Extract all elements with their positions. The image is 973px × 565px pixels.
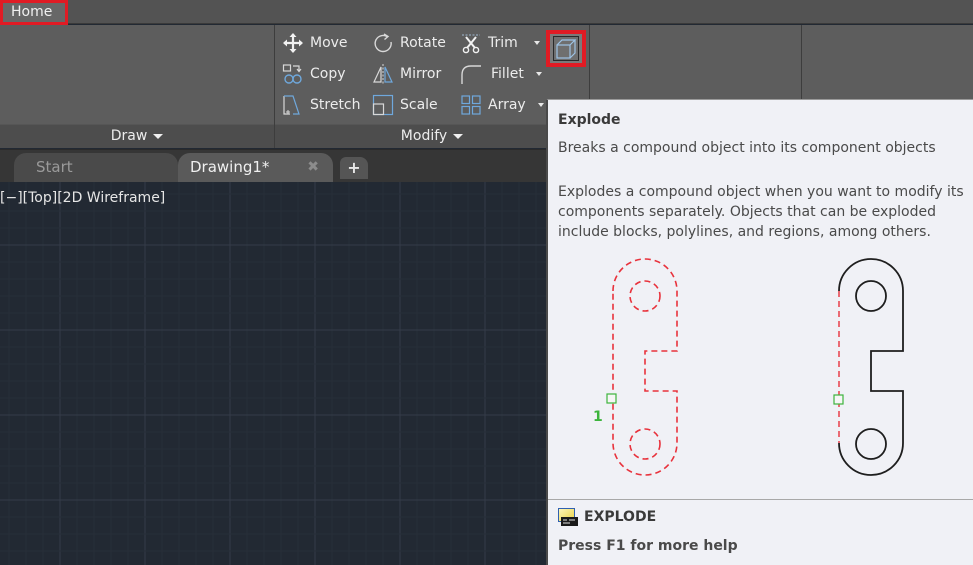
move-icon [283, 33, 303, 53]
drawing-viewport[interactable]: [−][Top][2D Wireframe] [0, 182, 548, 565]
tab-drawing1[interactable]: Drawing1* ✖ [178, 153, 333, 183]
tooltip-divider [548, 499, 973, 500]
tooltip-illustration: 1 [593, 258, 904, 476]
draw-panel-footer[interactable]: Draw [0, 124, 274, 148]
trim-dropdown-icon[interactable] [533, 41, 540, 45]
copy-label: Copy [310, 66, 346, 82]
stretch-icon [283, 95, 300, 115]
tab-drawing1-label: Drawing1* [190, 158, 270, 176]
explode-button-frame [553, 36, 579, 61]
rotate-icon [374, 33, 392, 53]
illustration-label: 1 [593, 409, 603, 425]
ribbon-tab-strip: Home [0, 0, 973, 25]
stretch-button[interactable]: Stretch [282, 93, 361, 117]
grip-marker [833, 394, 844, 405]
modify-panel-footer[interactable]: Modify [275, 124, 589, 148]
trim-label: Trim [488, 35, 518, 51]
tooltip-short-description: Breaks a compound object into its compon… [558, 140, 936, 156]
move-button[interactable]: Move [282, 31, 348, 55]
trim-icon [462, 34, 480, 54]
polyline-after-explode [838, 258, 904, 476]
tab-start-label: Start [36, 158, 73, 176]
array-dropdown-icon[interactable] [537, 103, 544, 107]
move-label: Move [310, 35, 348, 51]
explode-button[interactable] [546, 30, 586, 67]
fillet-dropdown-icon[interactable] [535, 72, 542, 76]
fillet-icon [461, 65, 481, 84]
chevron-down-icon [453, 133, 464, 139]
tooltip-command: EXPLODE [558, 508, 656, 526]
tooltip-command-name: EXPLODE [584, 509, 657, 525]
new-tab-button[interactable]: + [340, 157, 368, 179]
fillet-button[interactable]: Fillet [460, 62, 542, 86]
mirror-label: Mirror [400, 66, 442, 82]
close-icon[interactable]: ✖ [307, 153, 319, 181]
modify-panel-label: Modify [400, 128, 448, 144]
array-button[interactable]: Array [460, 93, 544, 117]
tooltip-long-description: Explodes a compound object when you want… [558, 184, 964, 240]
scale-button[interactable]: Scale [372, 93, 438, 117]
document-tabs: Start Drawing1* ✖ + [0, 149, 548, 183]
scale-icon [372, 94, 394, 116]
tooltip-title: Explode [558, 112, 621, 128]
ribbon-tab-home[interactable]: Home [0, 0, 68, 25]
rotate-label: Rotate [400, 35, 446, 51]
draw-panel-label: Draw [110, 128, 148, 144]
rotate-button[interactable]: Rotate [372, 31, 446, 55]
viewport-controls-label[interactable]: [−][Top][2D Wireframe] [0, 190, 165, 206]
draw-panel: Draw [0, 25, 275, 148]
tab-start[interactable]: Start [14, 153, 178, 183]
explode-tooltip: Explode Breaks a compound object into it… [546, 99, 973, 565]
explode-icon [556, 38, 577, 59]
array-label: Array [488, 97, 526, 113]
array-icon [461, 95, 481, 115]
copy-icon [282, 64, 302, 84]
grip-marker [606, 393, 617, 404]
scale-label: Scale [400, 97, 438, 113]
tooltip-help-text: Press F1 for more help [558, 538, 738, 554]
chevron-down-icon [153, 133, 164, 139]
drawing-grid [0, 182, 548, 565]
copy-button[interactable]: Copy [282, 62, 346, 86]
trim-button[interactable]: Trim [460, 31, 540, 55]
stretch-label: Stretch [310, 97, 361, 113]
command-line-icon [558, 508, 578, 526]
polyline-before-explode [612, 258, 678, 476]
mirror-button[interactable]: Mirror [372, 62, 441, 86]
mirror-icon [373, 64, 393, 84]
fillet-label: Fillet [491, 66, 524, 82]
